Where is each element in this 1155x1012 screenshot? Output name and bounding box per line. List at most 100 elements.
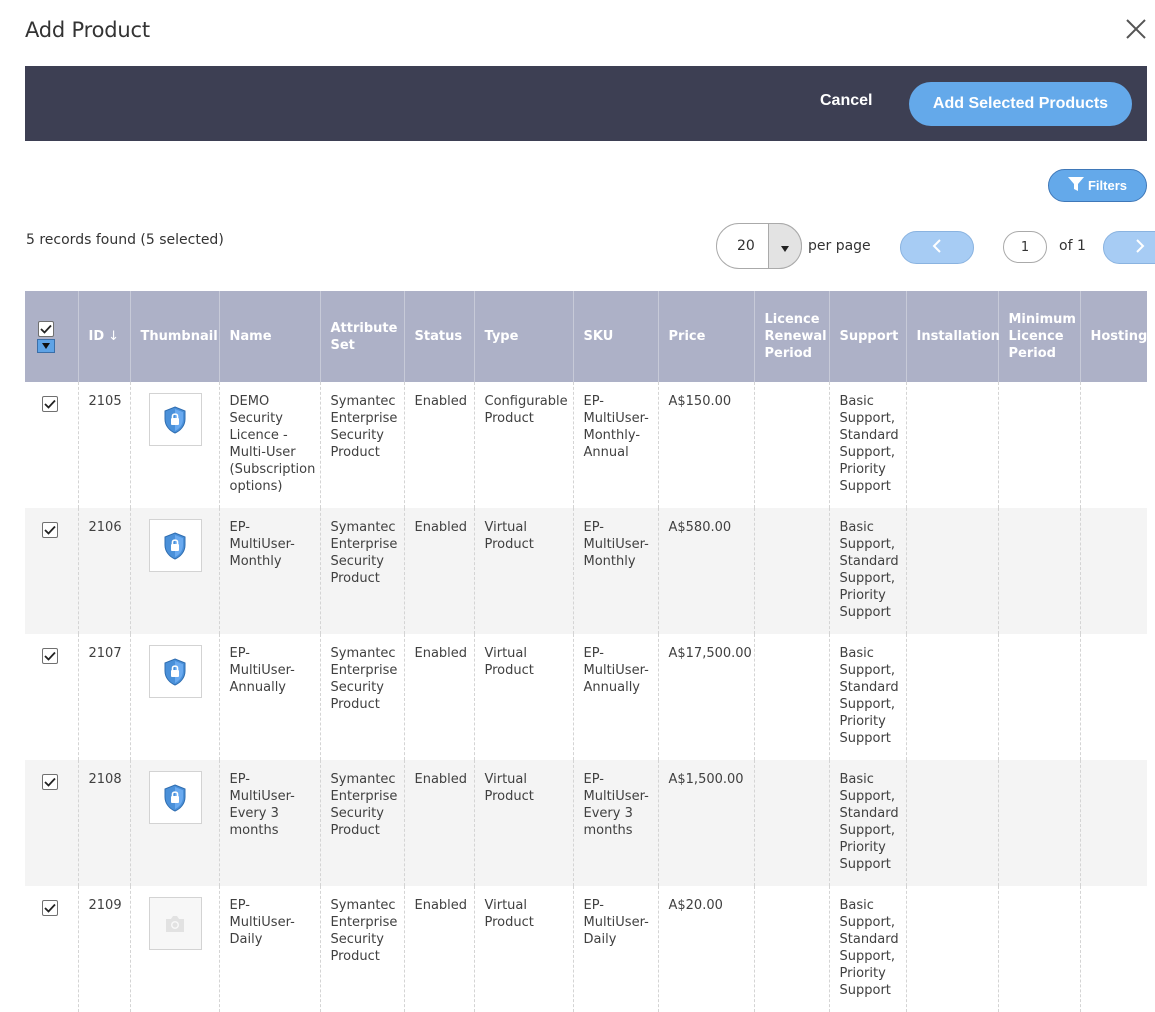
table-row[interactable]: 2107 EP-MultiUser-Annually Symantec Ente… — [25, 634, 1147, 760]
cell-installation — [905, 382, 998, 508]
row-select-cell[interactable] — [25, 634, 78, 760]
cell-name: EP-MultiUser-Monthly — [218, 508, 320, 634]
column-attribute-set[interactable]: Attribute Set — [319, 291, 404, 382]
cell-installation — [905, 508, 998, 634]
cell-thumbnail — [129, 382, 219, 508]
cell-name: EP-MultiUser-Annually — [218, 634, 320, 760]
column-min-licence[interactable]: Minimum Licence Period — [997, 291, 1080, 382]
cell-licence-renewal — [753, 886, 829, 1012]
cell-installation — [905, 886, 998, 1012]
cell-installation — [905, 760, 998, 886]
row-select-cell[interactable] — [25, 382, 78, 508]
table-row[interactable]: 2106 EP-MultiUser-Monthly Symantec Enter… — [25, 508, 1147, 634]
per-page-value: 20 — [737, 238, 755, 254]
sort-down-icon: ↓ — [108, 329, 120, 344]
checkmark-icon — [44, 399, 56, 409]
modal-title: Add Product — [25, 18, 150, 42]
records-summary: 5 records found (5 selected) — [26, 232, 224, 248]
mass-select-dropdown[interactable] — [37, 338, 55, 353]
cell-min-licence — [997, 886, 1080, 1012]
checkmark-icon — [44, 777, 56, 787]
close-icon[interactable] — [1124, 17, 1148, 41]
select-all-checkbox[interactable] — [38, 320, 54, 337]
checkmark-icon — [44, 903, 56, 913]
column-id-label: ID — [88, 329, 105, 344]
cell-support: Basic Support, Standard Support, Priorit… — [828, 508, 906, 634]
row-checkbox[interactable] — [42, 648, 58, 664]
cell-sku: EP-MultiUser-Monthly-Annual — [572, 382, 658, 508]
cell-hosting — [1079, 634, 1147, 760]
cancel-button[interactable]: Cancel — [820, 92, 872, 110]
cell-id: 2105 — [77, 382, 130, 508]
cell-name: EP-MultiUser-Daily — [218, 886, 320, 1012]
cell-type: Configurable Product — [473, 382, 573, 508]
cell-attribute-set: Symantec Enterprise Security Product — [319, 634, 404, 760]
column-id[interactable]: ID ↓ — [77, 291, 130, 382]
cell-min-licence — [997, 508, 1080, 634]
per-page-toggle[interactable] — [768, 223, 802, 269]
cell-min-licence — [997, 634, 1080, 760]
table-row[interactable]: 2105 DEMO Security Licence - Multi-User … — [25, 382, 1147, 508]
cell-support: Basic Support, Standard Support, Priorit… — [828, 760, 906, 886]
column-hosting[interactable]: Hosting — [1079, 291, 1147, 382]
cell-id: 2106 — [77, 508, 130, 634]
row-checkbox[interactable] — [42, 396, 58, 412]
column-price[interactable]: Price — [657, 291, 754, 382]
filters-button[interactable]: Filters — [1048, 169, 1147, 202]
column-licence-renewal[interactable]: Licence Renewal Period — [753, 291, 829, 382]
page-number-input[interactable]: 1 — [1003, 231, 1047, 263]
column-support[interactable]: Support — [828, 291, 906, 382]
cell-sku: EP-MultiUser-Annually — [572, 634, 658, 760]
column-status[interactable]: Status — [403, 291, 474, 382]
caret-down-icon — [42, 342, 50, 349]
cell-thumbnail — [129, 886, 219, 1012]
cell-sku: EP-MultiUser-Monthly — [572, 508, 658, 634]
checkmark-icon — [44, 525, 56, 535]
cell-attribute-set: Symantec Enterprise Security Product — [319, 508, 404, 634]
cell-attribute-set: Symantec Enterprise Security Product — [319, 382, 404, 508]
cell-price: A$1,500.00 — [657, 760, 754, 886]
column-name[interactable]: Name — [218, 291, 320, 382]
column-installation[interactable]: Installation — [905, 291, 1000, 382]
cell-status: Enabled — [403, 382, 474, 508]
checkmark-icon — [44, 651, 56, 661]
chevron-left-icon — [932, 238, 942, 257]
shield-lock-icon — [148, 393, 202, 446]
cell-hosting — [1079, 760, 1147, 886]
next-page-button[interactable] — [1103, 231, 1155, 264]
grid-header-row: ID ↓ Thumbnail Name Attribute Set Status … — [25, 291, 1147, 382]
cell-hosting — [1079, 382, 1147, 508]
previous-page-button[interactable] — [900, 231, 974, 264]
column-type[interactable]: Type — [473, 291, 573, 382]
row-checkbox[interactable] — [42, 522, 58, 538]
cell-price: A$580.00 — [657, 508, 754, 634]
cell-licence-renewal — [753, 760, 829, 886]
cell-attribute-set: Symantec Enterprise Security Product — [319, 886, 404, 1012]
row-select-cell[interactable] — [25, 760, 78, 886]
cell-status: Enabled — [403, 634, 474, 760]
cell-id: 2109 — [77, 886, 130, 1012]
row-select-cell[interactable] — [25, 508, 78, 634]
per-page-select[interactable]: 20 — [716, 223, 802, 269]
cell-id: 2107 — [77, 634, 130, 760]
cell-status: Enabled — [403, 760, 474, 886]
table-row[interactable]: 2109 EP-MultiUser-Daily Symantec Enterpr… — [25, 886, 1147, 1012]
row-checkbox[interactable] — [42, 900, 58, 916]
cell-status: Enabled — [403, 886, 474, 1012]
cell-attribute-set: Symantec Enterprise Security Product — [319, 760, 404, 886]
add-selected-products-button[interactable]: Add Selected Products — [909, 82, 1132, 126]
table-row[interactable]: 2108 EP-MultiUser-Every 3 months Symante… — [25, 760, 1147, 886]
cell-hosting — [1079, 508, 1147, 634]
row-checkbox[interactable] — [42, 774, 58, 790]
caret-down-icon — [781, 237, 789, 256]
column-sku[interactable]: SKU — [572, 291, 658, 382]
per-page-label: per page — [808, 238, 871, 254]
row-select-cell[interactable] — [25, 886, 78, 1012]
cell-type: Virtual Product — [473, 886, 573, 1012]
header-select-all[interactable] — [25, 291, 78, 382]
cell-id: 2108 — [77, 760, 130, 886]
action-bar: Cancel Add Selected Products — [25, 66, 1147, 141]
shield-lock-icon — [148, 771, 202, 824]
cell-min-licence — [997, 760, 1080, 886]
cell-price: A$150.00 — [657, 382, 754, 508]
